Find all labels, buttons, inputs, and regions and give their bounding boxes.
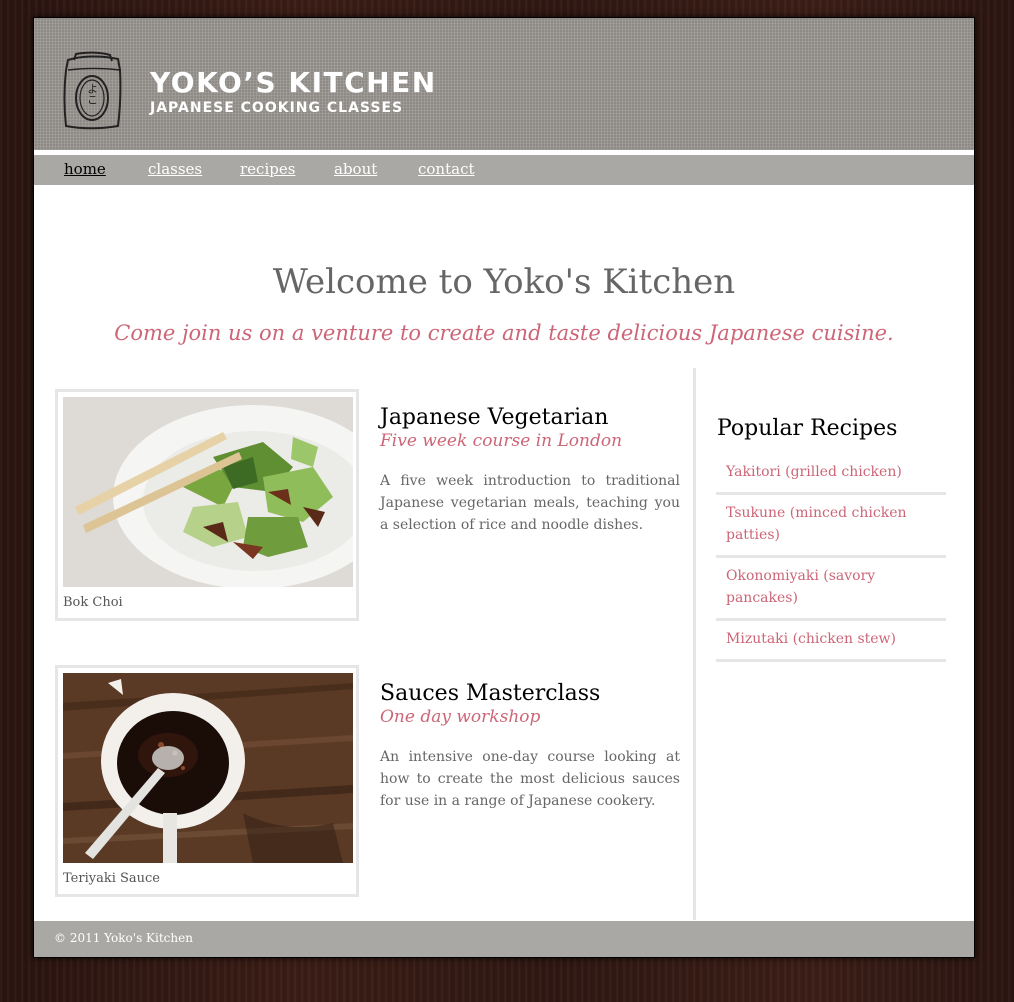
rice-bag-icon: よこ bbox=[63, 51, 122, 130]
teriyaki-sauce-photo bbox=[63, 673, 353, 863]
footer: © 2011 Yoko's Kitchen bbox=[34, 921, 974, 957]
course-title: Japanese Vegetarian bbox=[380, 405, 609, 430]
recipe-link-mizutaki[interactable]: Mizutaki (chicken stew) bbox=[726, 631, 896, 647]
list-item: Yakitori (grilled chicken) bbox=[716, 454, 946, 495]
nav-classes-link[interactable]: classes bbox=[148, 160, 202, 178]
list-item: Tsukune (minced chicken patties) bbox=[716, 495, 946, 558]
nav-home-link[interactable]: home bbox=[64, 160, 106, 178]
copyright-text: © 2011 Yoko's Kitchen bbox=[54, 931, 193, 945]
page-heading: Welcome to Yoko's Kitchen bbox=[272, 262, 736, 302]
course-subtitle: Five week course in London bbox=[380, 431, 623, 451]
recipe-link-tsukune[interactable]: Tsukune (minced chicken patties) bbox=[726, 505, 907, 543]
page-container: よこ YOKO’S KITCHEN JAPANESE COOKING CLASS… bbox=[33, 17, 975, 958]
course-figure-vegetarian: Bok Choi bbox=[55, 389, 359, 621]
logo-glyphs: よこ bbox=[86, 83, 99, 105]
sidebar-title: Popular Recipes bbox=[717, 416, 898, 441]
bok-choi-photo bbox=[63, 397, 353, 587]
recipe-link-yakitori[interactable]: Yakitori (grilled chicken) bbox=[726, 464, 902, 480]
main-nav: home classes recipes about contact bbox=[34, 155, 974, 185]
nav-about-link[interactable]: about bbox=[334, 160, 377, 178]
list-item: Mizutaki (chicken stew) bbox=[716, 621, 946, 662]
list-item: Okonomiyaki (savory pancakes) bbox=[716, 558, 946, 621]
nav-contact-link[interactable]: contact bbox=[418, 160, 475, 178]
photo-caption: Bok Choi bbox=[63, 595, 123, 610]
nav-recipes-link[interactable]: recipes bbox=[240, 160, 295, 178]
popular-recipes-list: Yakitori (grilled chicken) Tsukune (minc… bbox=[716, 454, 946, 662]
course-description: An intensive one-day course looking at h… bbox=[380, 749, 680, 809]
course-figure-sauces: Teriyaki Sauce bbox=[55, 665, 359, 897]
recipe-link-okonomiyaki[interactable]: Okonomiyaki (savory pancakes) bbox=[726, 568, 875, 606]
intro-text: Come join us on a venture to create and … bbox=[114, 321, 894, 345]
course-subtitle: One day workshop bbox=[380, 707, 541, 727]
column-divider bbox=[693, 368, 696, 920]
photo-caption: Teriyaki Sauce bbox=[63, 871, 160, 886]
site-subtitle: JAPANESE COOKING CLASSES bbox=[150, 100, 404, 116]
header: よこ YOKO’S KITCHEN JAPANESE COOKING CLASS… bbox=[34, 18, 974, 150]
course-title: Sauces Masterclass bbox=[380, 681, 601, 706]
course-description: A five week introduction to traditional … bbox=[380, 473, 680, 533]
site-title: YOKO’S KITCHEN bbox=[150, 66, 437, 99]
